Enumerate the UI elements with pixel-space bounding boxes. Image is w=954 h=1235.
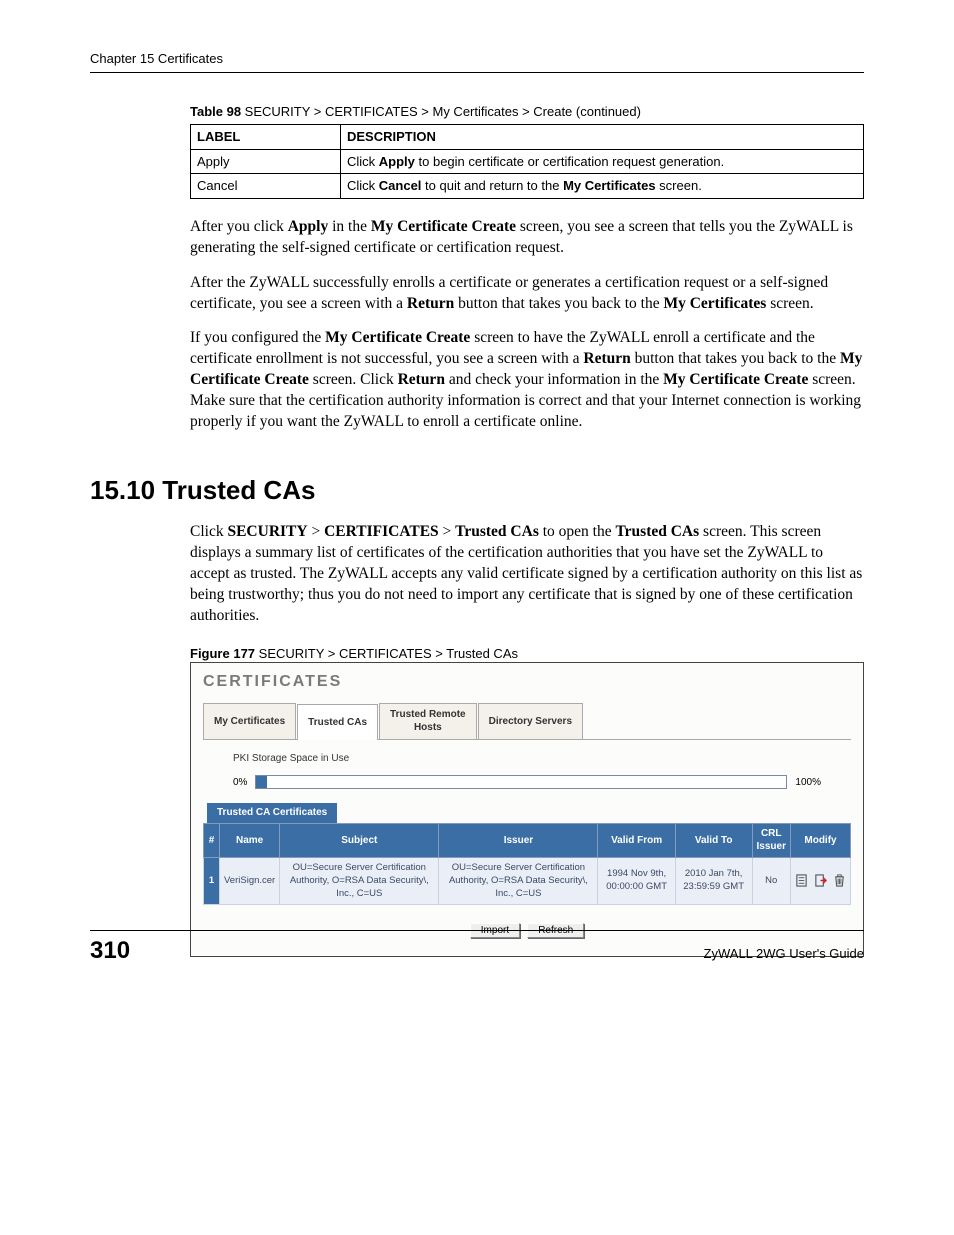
label-desc-table: LABEL DESCRIPTION Apply Click Apply to b… <box>190 124 864 199</box>
cell-subject: OU=Secure Server Certification Authority… <box>280 857 439 904</box>
cell-desc: Click Cancel to quit and return to the M… <box>341 174 864 199</box>
table-caption-text: SECURITY > CERTIFICATES > My Certificate… <box>241 104 641 119</box>
trusted-ca-table: # Name Subject Issuer Valid From Valid T… <box>203 823 851 905</box>
table-caption: Table 98 SECURITY > CERTIFICATES > My Ce… <box>190 103 864 121</box>
tab-trusted-remote-hosts[interactable]: Trusted Remote Hosts <box>379 703 477 739</box>
storage-gauge: 2% <box>255 775 787 789</box>
cell-desc: Click Apply to begin certificate or cert… <box>341 149 864 174</box>
export-icon[interactable] <box>814 874 827 888</box>
chapter-header: Chapter 15 Certificates <box>90 50 864 73</box>
table-row: 1 VeriSign.cer OU=Secure Server Certific… <box>204 857 851 904</box>
paragraph: After the ZyWALL successfully enrolls a … <box>190 273 864 315</box>
trash-icon[interactable] <box>833 874 846 888</box>
tab-my-certificates[interactable]: My Certificates <box>203 703 296 739</box>
th-issuer: Issuer <box>439 823 598 857</box>
gauge-left: 0% <box>233 776 247 790</box>
paragraph: Click SECURITY > CERTIFICATES > Trusted … <box>190 522 864 627</box>
gauge-fill <box>256 776 267 788</box>
fig-title: CERTIFICATES <box>203 671 851 693</box>
gauge-percent: 2% <box>515 776 528 788</box>
th-valid-from: Valid From <box>598 823 675 857</box>
footer: 310 ZyWALL 2WG User's Guide <box>90 930 864 967</box>
th-valid-to: Valid To <box>675 823 752 857</box>
th-modify: Modify <box>790 823 850 857</box>
cell-issuer: OU=Secure Server Certification Authority… <box>439 857 598 904</box>
guide-name: ZyWALL 2WG User's Guide <box>704 935 864 967</box>
cell-idx: 1 <box>204 857 220 904</box>
storage-gauge-row: 0% 2% 100% <box>233 775 821 789</box>
th-subject: Subject <box>280 823 439 857</box>
cell-name: VeriSign.cer <box>220 857 280 904</box>
cell-label: Cancel <box>191 174 341 199</box>
table-row: Cancel Click Cancel to quit and return t… <box>191 174 864 199</box>
table-caption-num: Table 98 <box>190 104 241 119</box>
cell-modify <box>790 857 850 904</box>
table-row: Apply Click Apply to begin certificate o… <box>191 149 864 174</box>
view-icon[interactable] <box>795 874 808 888</box>
th-idx: # <box>204 823 220 857</box>
cell-valid-from: 1994 Nov 9th, 00:00:00 GMT <box>598 857 675 904</box>
th-name: Name <box>220 823 280 857</box>
storage-label: PKI Storage Space in Use <box>233 752 851 766</box>
th-crl-issuer: CRL Issuer <box>752 823 790 857</box>
page-number: 310 <box>90 935 130 967</box>
th-desc: DESCRIPTION <box>341 125 864 150</box>
cell-crl-issuer: No <box>752 857 790 904</box>
paragraph: After you click Apply in the My Certific… <box>190 217 864 259</box>
certificates-screenshot: CERTIFICATES My Certificates Trusted CAs… <box>190 662 864 957</box>
tab-trusted-cas[interactable]: Trusted CAs <box>297 704 378 740</box>
figure-caption: Figure 177 SECURITY > CERTIFICATES > Tru… <box>190 645 864 663</box>
tab-directory-servers[interactable]: Directory Servers <box>478 703 583 739</box>
paragraph: If you configured the My Certificate Cre… <box>190 328 864 433</box>
section-heading: 15.10 Trusted CAs <box>90 473 864 508</box>
cell-valid-to: 2010 Jan 7th, 23:59:59 GMT <box>675 857 752 904</box>
th-label: LABEL <box>191 125 341 150</box>
subsection-title: Trusted CA Certificates <box>207 803 337 823</box>
gauge-right: 100% <box>795 776 821 790</box>
cell-label: Apply <box>191 149 341 174</box>
fig-tabs: My Certificates Trusted CAs Trusted Remo… <box>203 703 851 740</box>
